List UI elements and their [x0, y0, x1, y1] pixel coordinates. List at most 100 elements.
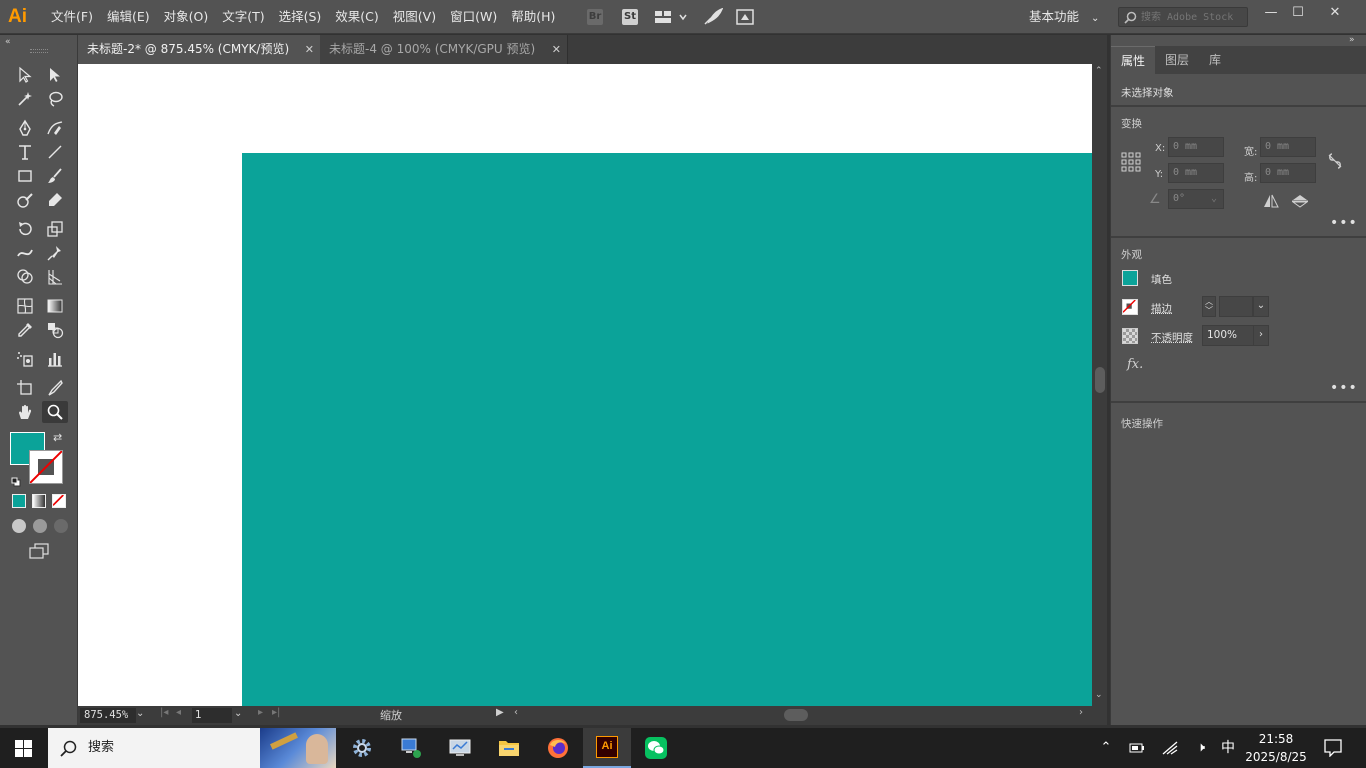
previous-artboard-icon[interactable]: ◂ [176, 707, 181, 718]
panel-grip[interactable] [30, 49, 48, 53]
artboard-tool-icon[interactable] [12, 377, 38, 399]
tab-document-4[interactable]: 未标题-4 @ 100% (CMYK/GPU 预览) ✕ [320, 35, 568, 64]
wifi-icon[interactable] [1161, 740, 1179, 756]
symbol-sprayer-tool-icon[interactable] [12, 348, 38, 370]
opacity-label[interactable]: 不透明度 [1151, 330, 1193, 345]
width-field[interactable]: 0 mm [1260, 137, 1316, 157]
menu-item-3[interactable]: 文字(T) [215, 0, 271, 34]
artboard-canvas[interactable] [78, 64, 1092, 706]
eyedropper-tool-icon[interactable] [12, 319, 38, 341]
taskbar-settings-app[interactable] [338, 728, 386, 768]
taskbar-firefox[interactable] [534, 728, 582, 768]
perspective-grid-tool-icon[interactable] [42, 266, 68, 288]
draw-normal-icon[interactable] [12, 519, 26, 533]
flip-vertical-icon[interactable] [1292, 194, 1308, 208]
status-menu-icon[interactable]: ▶ [496, 707, 504, 718]
y-position-field[interactable]: 0 mm [1168, 163, 1224, 183]
lasso-tool-icon[interactable] [42, 88, 68, 110]
stock-search-input[interactable] [1141, 9, 1245, 25]
zoom-level-field[interactable]: 875.45% [80, 708, 136, 723]
effects-fx-button[interactable]: fx. [1127, 357, 1143, 372]
x-position-field[interactable]: 0 mm [1168, 137, 1224, 157]
vertical-scrollbar[interactable]: ⌃ ⌄ [1092, 64, 1107, 706]
first-artboard-icon[interactable]: |◂ [160, 707, 168, 718]
mesh-tool-icon[interactable] [12, 295, 38, 317]
teal-rectangle[interactable] [242, 153, 1092, 706]
chevron-down-icon[interactable]: ⌄ [1253, 296, 1269, 317]
rotation-angle-field[interactable]: 0° ⌄ [1168, 189, 1224, 209]
puppet-warp-tool-icon[interactable] [42, 242, 68, 264]
taskbar-monitor-app[interactable] [436, 728, 484, 768]
rotate-tool-icon[interactable] [12, 218, 38, 240]
stroke-swatch[interactable] [29, 450, 63, 484]
default-fill-stroke-icon[interactable] [11, 472, 21, 482]
taskbar-network-app[interactable] [387, 728, 435, 768]
scroll-left-icon[interactable]: ‹ [514, 707, 518, 718]
appearance-more-options-button[interactable]: ••• [1330, 380, 1358, 396]
shaper-tool-icon[interactable] [12, 189, 38, 211]
maximize-button[interactable]: ☐ [1280, 0, 1316, 30]
color-mode-icon[interactable] [12, 494, 26, 508]
width-tool-icon[interactable] [12, 242, 38, 264]
appearance-fill-swatch[interactable] [1122, 270, 1138, 286]
flip-horizontal-icon[interactable] [1263, 194, 1279, 208]
scale-tool-icon[interactable] [42, 218, 68, 240]
next-artboard-icon[interactable]: ▸ [258, 707, 263, 718]
height-field[interactable]: 0 mm [1260, 163, 1316, 183]
swap-fill-stroke-icon[interactable]: ⇄ [53, 431, 62, 444]
taskbar-search-box[interactable]: 搜索 [48, 728, 336, 768]
chevron-right-icon[interactable]: › [1253, 325, 1269, 346]
eraser-tool-icon[interactable] [42, 189, 68, 211]
scroll-down-icon[interactable]: ⌄ [1095, 690, 1103, 700]
arrange-documents-icon[interactable] [654, 9, 688, 25]
stock-icon[interactable]: St [622, 9, 638, 25]
tab-properties[interactable]: 属性 [1111, 46, 1155, 74]
tab-libraries[interactable]: 库 [1199, 46, 1231, 74]
workspace-switcher[interactable]: 基本功能 ⌄ [1029, 0, 1099, 35]
selection-tool-icon[interactable] [12, 64, 38, 86]
horizontal-scroll-thumb[interactable] [784, 709, 808, 721]
taskbar-wechat[interactable] [632, 728, 680, 768]
stock-search-box[interactable] [1118, 7, 1248, 27]
reference-point-icon[interactable] [1121, 152, 1141, 172]
menu-item-0[interactable]: 文件(F) [44, 0, 100, 34]
share-icon[interactable] [703, 8, 723, 26]
volume-muted-icon[interactable]: 🕨 [1191, 738, 1211, 758]
direct-selection-tool-icon[interactable] [42, 64, 68, 86]
last-artboard-icon[interactable]: ▸| [272, 707, 280, 718]
gradient-tool-icon[interactable] [42, 295, 68, 317]
menu-item-6[interactable]: 视图(V) [386, 0, 443, 34]
tab-document-2[interactable]: 未标题-2* @ 875.45% (CMYK/预览) ✕ [78, 35, 320, 64]
draw-behind-icon[interactable] [33, 519, 47, 533]
constrain-proportions-icon[interactable] [1327, 152, 1343, 170]
taskbar-file-explorer[interactable] [485, 728, 533, 768]
collapse-panel-icon[interactable]: « [5, 37, 11, 47]
none-mode-icon[interactable] [52, 494, 66, 508]
artboard-dropdown-icon[interactable]: ⌄ [234, 708, 242, 719]
tab-layers[interactable]: 图层 [1155, 46, 1199, 74]
hand-tool-icon[interactable] [12, 401, 38, 423]
pen-tool-icon[interactable] [12, 117, 38, 139]
type-tool-icon[interactable] [12, 141, 38, 163]
gpu-performance-icon[interactable] [736, 8, 754, 26]
stroke-label[interactable]: 描边 [1151, 301, 1172, 316]
gradient-mode-icon[interactable] [32, 494, 46, 508]
windows-start-icon[interactable] [15, 740, 32, 757]
paintbrush-tool-icon[interactable] [42, 165, 68, 187]
taskbar-illustrator[interactable]: Ai [583, 728, 631, 768]
magic-wand-tool-icon[interactable] [12, 88, 38, 110]
blend-tool-icon[interactable] [42, 319, 68, 341]
menu-item-8[interactable]: 帮助(H) [504, 0, 562, 34]
column-graph-tool-icon[interactable] [42, 348, 68, 370]
stroke-weight-stepper[interactable]: ︿ ﹀ [1202, 296, 1216, 317]
rectangle-tool-icon[interactable] [12, 165, 38, 187]
system-clock[interactable]: 21:58 2025/8/25 [1244, 728, 1308, 768]
zoom-dropdown-icon[interactable]: ⌄ [136, 708, 144, 719]
curvature-tool-icon[interactable] [42, 117, 68, 139]
menu-item-2[interactable]: 对象(O) [157, 0, 216, 34]
vertical-scroll-thumb[interactable] [1095, 367, 1105, 393]
shape-builder-tool-icon[interactable] [12, 266, 38, 288]
expand-panel-icon[interactable]: » [1349, 35, 1355, 45]
artboard-number-field[interactable]: 1 [192, 708, 232, 723]
slice-tool-icon[interactable] [42, 377, 68, 399]
